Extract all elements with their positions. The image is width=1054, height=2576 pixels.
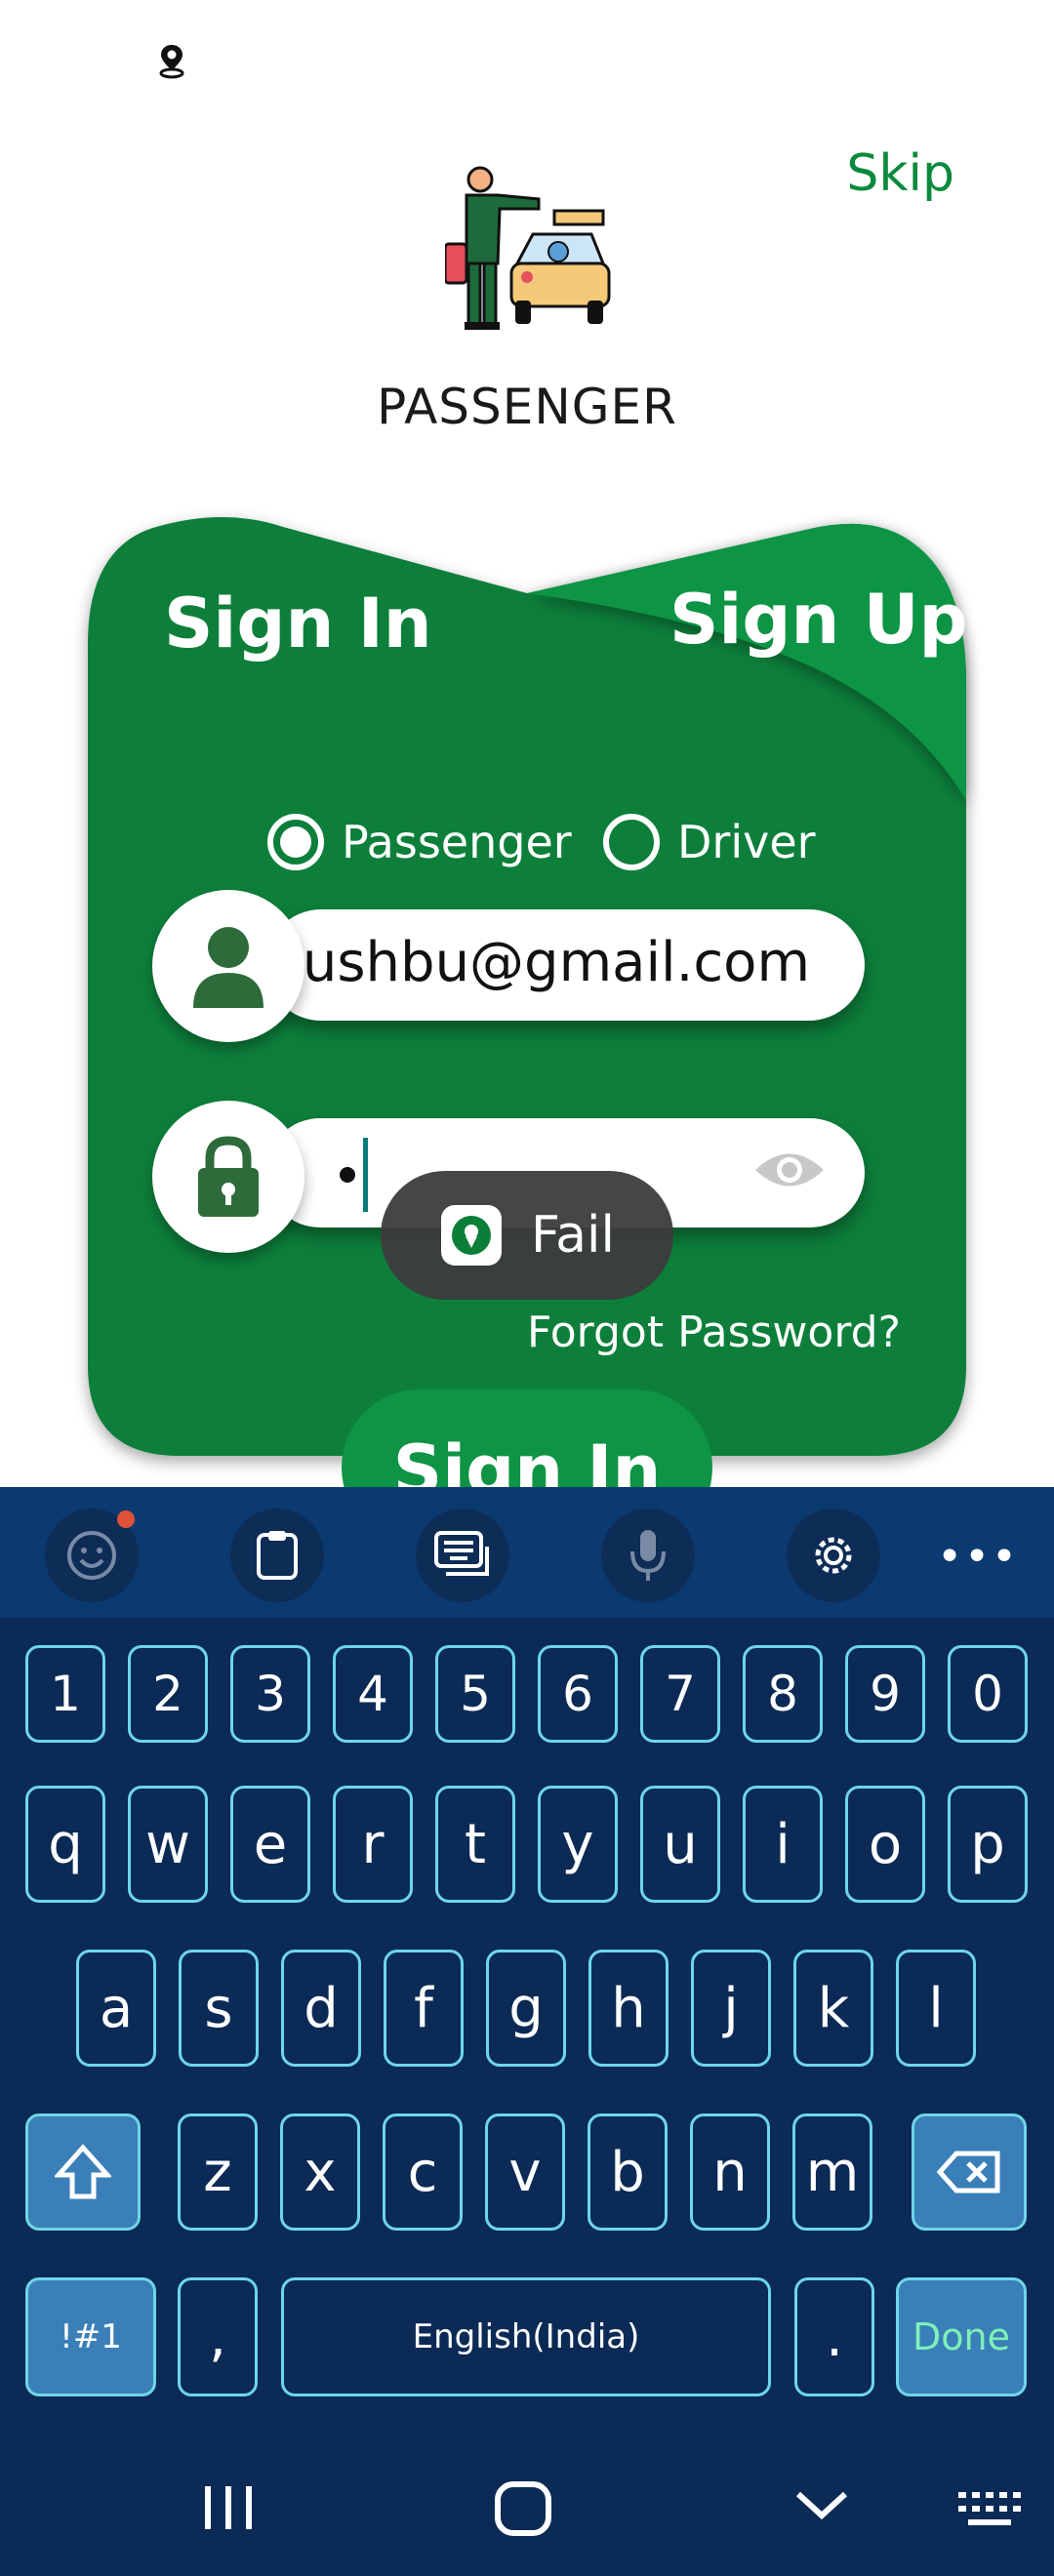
key-f[interactable]: f bbox=[384, 1950, 464, 2067]
system-nav-bar bbox=[205, 2481, 1021, 2536]
key-j[interactable]: j bbox=[691, 1950, 771, 2067]
key-9[interactable]: 9 bbox=[845, 1645, 925, 1743]
email-value: ıushbu@gmail.com bbox=[287, 931, 810, 994]
email-field[interactable]: ıushbu@gmail.com bbox=[265, 909, 865, 1021]
toast-message: Fail bbox=[381, 1171, 673, 1300]
shift-key[interactable] bbox=[25, 2113, 141, 2231]
key-0[interactable]: 0 bbox=[948, 1645, 1028, 1743]
key-s[interactable]: s bbox=[179, 1950, 259, 2067]
symbols-key[interactable]: !#1 bbox=[25, 2277, 156, 2396]
more-icon[interactable]: ••• bbox=[937, 1532, 1019, 1582]
radio-passenger[interactable]: Passenger bbox=[267, 808, 572, 876]
key-x[interactable]: x bbox=[280, 2113, 360, 2231]
key-c[interactable]: c bbox=[383, 2113, 463, 2231]
space-key[interactable]: English(India) bbox=[281, 2277, 771, 2396]
key-w[interactable]: w bbox=[128, 1786, 208, 1903]
key-u[interactable]: u bbox=[640, 1786, 720, 1903]
key-2[interactable]: 2 bbox=[128, 1645, 208, 1743]
radio-driver-label: Driver bbox=[677, 816, 816, 868]
key-y[interactable]: y bbox=[538, 1786, 618, 1903]
app-logo-icon bbox=[441, 1205, 502, 1266]
home-icon[interactable] bbox=[495, 2481, 551, 2536]
key-m[interactable]: m bbox=[792, 2113, 872, 2231]
key-8[interactable]: 8 bbox=[743, 1645, 823, 1743]
shift-arrow-icon bbox=[55, 2144, 111, 2199]
key-4[interactable]: 4 bbox=[333, 1645, 413, 1743]
location-pin-icon bbox=[159, 45, 184, 79]
clipboard-icon[interactable] bbox=[230, 1509, 324, 1602]
skip-button[interactable]: Skip bbox=[846, 144, 954, 203]
chevron-down-icon[interactable] bbox=[795, 2491, 848, 2520]
key-1[interactable]: 1 bbox=[25, 1645, 105, 1743]
radio-unselected-icon bbox=[603, 814, 660, 870]
radio-passenger-label: Passenger bbox=[342, 816, 572, 868]
key-n[interactable]: n bbox=[690, 2113, 770, 2231]
tab-sign-up[interactable]: Sign Up bbox=[669, 580, 968, 660]
key-b[interactable]: b bbox=[588, 2113, 668, 2231]
keyboard-toolbar: ••• bbox=[0, 1487, 1054, 1618]
password-mask bbox=[340, 1167, 355, 1183]
key-o[interactable]: o bbox=[845, 1786, 925, 1903]
notification-dot bbox=[117, 1510, 135, 1528]
key-q[interactable]: q bbox=[25, 1786, 105, 1903]
key-k[interactable]: k bbox=[793, 1950, 873, 2067]
key-l[interactable]: l bbox=[896, 1950, 976, 2067]
key-5[interactable]: 5 bbox=[435, 1645, 515, 1743]
forgot-password-link[interactable]: Forgot Password? bbox=[527, 1308, 901, 1357]
key-d[interactable]: d bbox=[281, 1950, 361, 2067]
key-z[interactable]: z bbox=[178, 2113, 258, 2231]
radio-driver[interactable]: Driver bbox=[603, 808, 816, 876]
key-a[interactable]: a bbox=[76, 1950, 156, 2067]
key-comma[interactable]: , bbox=[178, 2277, 258, 2396]
key-e[interactable]: e bbox=[230, 1786, 310, 1903]
role-title: PASSENGER bbox=[377, 379, 677, 435]
text-cursor bbox=[363, 1138, 368, 1212]
key-r[interactable]: r bbox=[333, 1786, 413, 1903]
settings-icon[interactable] bbox=[787, 1509, 880, 1602]
backspace-icon bbox=[937, 2151, 1000, 2194]
key-h[interactable]: h bbox=[588, 1950, 669, 2067]
show-password-eye-icon[interactable] bbox=[753, 1146, 826, 1194]
keyboard-switch-icon[interactable] bbox=[958, 2492, 1021, 2525]
key-3[interactable]: 3 bbox=[230, 1645, 310, 1743]
recent-apps-icon[interactable] bbox=[205, 2486, 252, 2529]
lock-icon bbox=[152, 1101, 304, 1253]
passenger-taxi-icon bbox=[445, 166, 611, 330]
user-icon bbox=[152, 890, 304, 1042]
onscreen-keyboard: ••• 1234567890 qwertyuiop asdfghjkl zxcvbnm… bbox=[0, 1487, 1054, 2576]
keyboard-mode-icon[interactable] bbox=[416, 1509, 509, 1602]
key-i[interactable]: i bbox=[743, 1786, 823, 1903]
backspace-key[interactable] bbox=[912, 2113, 1027, 2231]
tab-sign-in[interactable]: Sign In bbox=[164, 584, 432, 664]
key-t[interactable]: t bbox=[435, 1786, 515, 1903]
radio-selected-icon bbox=[267, 814, 324, 870]
key-7[interactable]: 7 bbox=[640, 1645, 720, 1743]
key-period[interactable]: . bbox=[794, 2277, 874, 2396]
toast-text: Fail bbox=[531, 1206, 615, 1265]
key-p[interactable]: p bbox=[948, 1786, 1028, 1903]
key-6[interactable]: 6 bbox=[538, 1645, 618, 1743]
done-key[interactable]: Done bbox=[896, 2277, 1027, 2396]
key-g[interactable]: g bbox=[486, 1950, 566, 2067]
key-v[interactable]: v bbox=[485, 2113, 565, 2231]
mic-icon[interactable] bbox=[601, 1509, 695, 1602]
